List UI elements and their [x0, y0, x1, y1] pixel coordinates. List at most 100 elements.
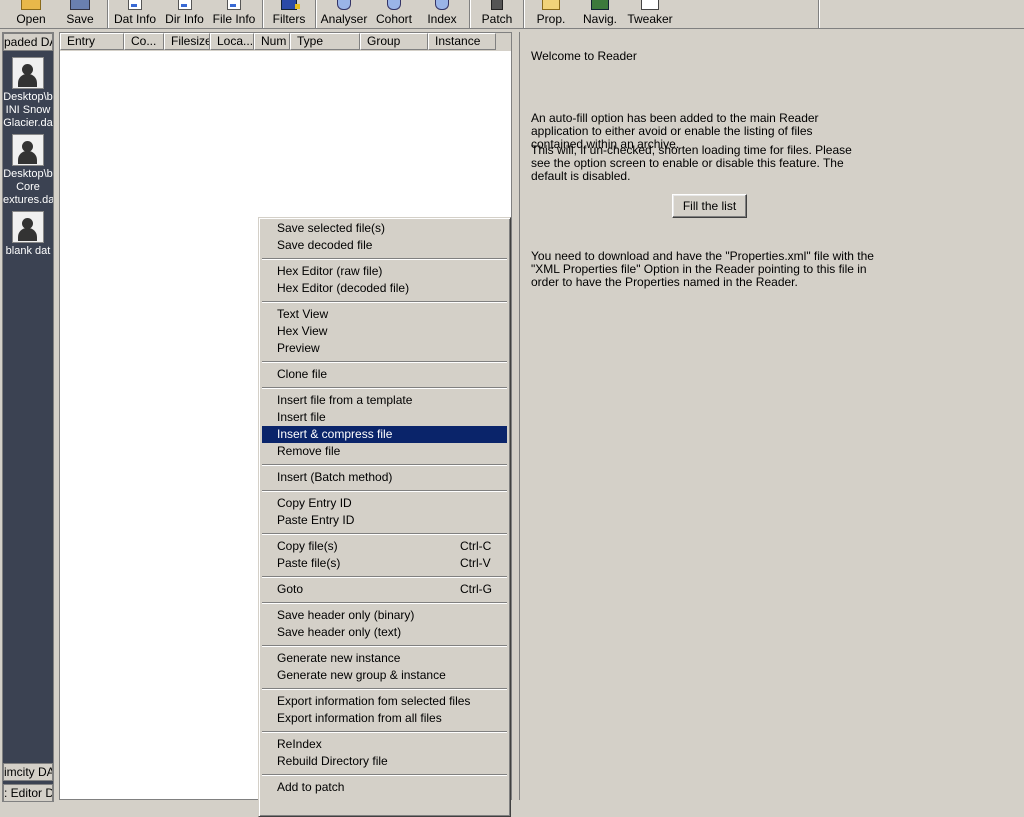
filter-icon — [281, 0, 300, 10]
menu-item-paste-files[interactable]: Paste file(s) Ctrl-V — [262, 555, 507, 572]
cohort-button[interactable]: Cohort — [373, 0, 415, 28]
menu-separator — [262, 361, 507, 363]
simcity-dat-tab[interactable]: imcity DA — [3, 763, 53, 781]
menu-item-save-header-text[interactable]: Save header only (text) — [262, 624, 507, 641]
dir-info-button[interactable]: Dir Info — [163, 0, 206, 28]
menu-item-rebuild-directory[interactable]: Rebuild Directory file — [262, 753, 507, 770]
menu-separator — [262, 387, 507, 389]
toolbar-separator — [469, 0, 471, 28]
analyser-button[interactable]: Analyser — [320, 0, 368, 28]
filters-button[interactable]: Filters — [270, 0, 308, 28]
menu-item-insert-compress-file[interactable]: Insert & compress file — [262, 426, 507, 443]
magnifier-icon — [435, 0, 449, 10]
menu-item-preview[interactable]: Preview — [262, 340, 507, 357]
magnifier-icon — [337, 0, 351, 10]
column-type[interactable]: Type — [290, 33, 360, 50]
menu-item-copy-entry-id[interactable]: Copy Entry ID — [262, 495, 507, 512]
column-filesize[interactable]: Filesize — [164, 33, 210, 50]
column-group[interactable]: Group — [360, 33, 428, 50]
menu-item-label: Copy file(s) — [277, 539, 338, 553]
menu-item-hex-editor-raw[interactable]: Hex Editor (raw file) — [262, 263, 507, 280]
loaded-dat-tab[interactable]: paded DA — [3, 33, 53, 51]
index-button-label: Index — [427, 12, 457, 26]
menu-separator — [262, 602, 507, 604]
menu-item-save-header-binary[interactable]: Save header only (binary) — [262, 607, 507, 624]
dat-file-icon — [12, 134, 44, 166]
menu-item-generate-instance[interactable]: Generate new instance — [262, 650, 507, 667]
menu-separator — [262, 688, 507, 690]
dat-file-label: extures.da — [3, 194, 53, 206]
tweaker-icon — [641, 0, 659, 10]
menu-item-export-selected[interactable]: Export information fom selected files — [262, 693, 507, 710]
document-icon — [227, 0, 241, 10]
toolbar-separator — [107, 0, 109, 28]
menu-item-save-selected-files[interactable]: Save selected file(s) — [262, 220, 507, 237]
menu-item-label: Save header only (binary) — [277, 608, 415, 622]
menu-item-hex-view[interactable]: Hex View — [262, 323, 507, 340]
tweaker-button[interactable]: Tweaker — [626, 0, 674, 28]
dat-file-item[interactable]: Desktop\b INI Snow Glacier.da — [3, 55, 53, 131]
menu-item-insert-from-template[interactable]: Insert file from a template — [262, 392, 507, 409]
column-location[interactable]: Loca... — [210, 33, 254, 50]
dat-info-button[interactable]: Dat Info — [112, 0, 158, 28]
menu-item-label: Save decoded file — [277, 238, 373, 252]
menu-item-clone-file[interactable]: Clone file — [262, 366, 507, 383]
dat-file-icon — [12, 57, 44, 89]
menu-item-copy-files[interactable]: Copy file(s) Ctrl-C — [262, 538, 507, 555]
menu-item-add-to-patch[interactable]: Add to patch — [262, 779, 507, 796]
dat-file-label: INI Snow — [5, 104, 51, 116]
menu-item-insert-batch[interactable]: Insert (Batch method) — [262, 469, 507, 486]
dat-file-item[interactable]: Desktop\b Core extures.da — [3, 132, 53, 206]
menu-item-export-all[interactable]: Export information from all files — [262, 710, 507, 727]
menu-item-generate-group-instance[interactable]: Generate new group & instance — [262, 667, 507, 684]
menu-item-text-view[interactable]: Text View — [262, 306, 507, 323]
menu-item-goto[interactable]: Goto Ctrl-G — [262, 581, 507, 598]
document-icon — [177, 0, 192, 10]
tweaker-button-label: Tweaker — [627, 12, 673, 26]
toolbar-separator — [818, 0, 820, 28]
properties-button[interactable]: Prop. — [533, 0, 569, 28]
open-button-label: Open — [16, 12, 46, 26]
column-entry[interactable]: Entry — [60, 33, 124, 50]
menu-item-paste-entry-id[interactable]: Paste Entry ID — [262, 512, 507, 529]
menu-item-label: Add to patch — [277, 780, 345, 794]
column-instance[interactable]: Instance — [428, 33, 496, 50]
navigator-button[interactable]: Navig. — [580, 0, 620, 28]
disk-icon — [70, 0, 90, 10]
menu-item-label: Generate new instance — [277, 651, 401, 665]
patch-button[interactable]: Patch — [478, 0, 516, 28]
menu-item-remove-file[interactable]: Remove file — [262, 443, 507, 460]
menu-item-label: Copy Entry ID — [277, 496, 352, 510]
save-button[interactable]: Save — [62, 0, 98, 28]
menu-separator — [262, 645, 507, 647]
menu-separator — [262, 576, 507, 578]
toolbar-separator — [523, 0, 525, 28]
fill-list-button[interactable]: Fill the list — [672, 194, 747, 218]
save-button-label: Save — [66, 12, 94, 26]
file-list-header: Entry Co... Filesize Loca... Num Type Gr… — [60, 33, 511, 51]
properties-info: You need to download and have the "Prope… — [531, 249, 874, 289]
editor-dat-tab[interactable]: : Editor DA — [3, 784, 53, 802]
welcome-text: Welcome to Reader — [531, 49, 637, 63]
toolbar-separator — [262, 0, 264, 28]
menu-item-reindex[interactable]: ReIndex — [262, 736, 507, 753]
index-button[interactable]: Index — [422, 0, 462, 28]
menu-item-insert-file[interactable]: Insert file — [262, 409, 507, 426]
menu-item-hex-editor-decoded[interactable]: Hex Editor (decoded file) — [262, 280, 507, 297]
open-button[interactable]: Open — [12, 0, 50, 28]
menu-item-label: Save header only (text) — [277, 625, 402, 639]
column-num[interactable]: Num — [254, 33, 290, 50]
column-compressed[interactable]: Co... — [124, 33, 164, 50]
dat-file-label: Desktop\b — [3, 168, 53, 180]
menu-separator — [262, 774, 507, 776]
dat-file-item[interactable]: blank dat — [3, 209, 53, 263]
dat-info-button-label: Dat Info — [113, 12, 157, 26]
navigator-button-label: Navig. — [582, 12, 617, 26]
dat-file-label: Glacier.da — [3, 117, 53, 129]
dat-file-label: Desktop\b — [3, 91, 53, 103]
file-info-button[interactable]: File Info — [211, 0, 257, 28]
menu-item-save-decoded-file[interactable]: Save decoded file — [262, 237, 507, 254]
menu-separator — [262, 301, 507, 303]
menu-item-label: Text View — [277, 307, 329, 321]
dir-info-button-label: Dir Info — [165, 12, 204, 26]
